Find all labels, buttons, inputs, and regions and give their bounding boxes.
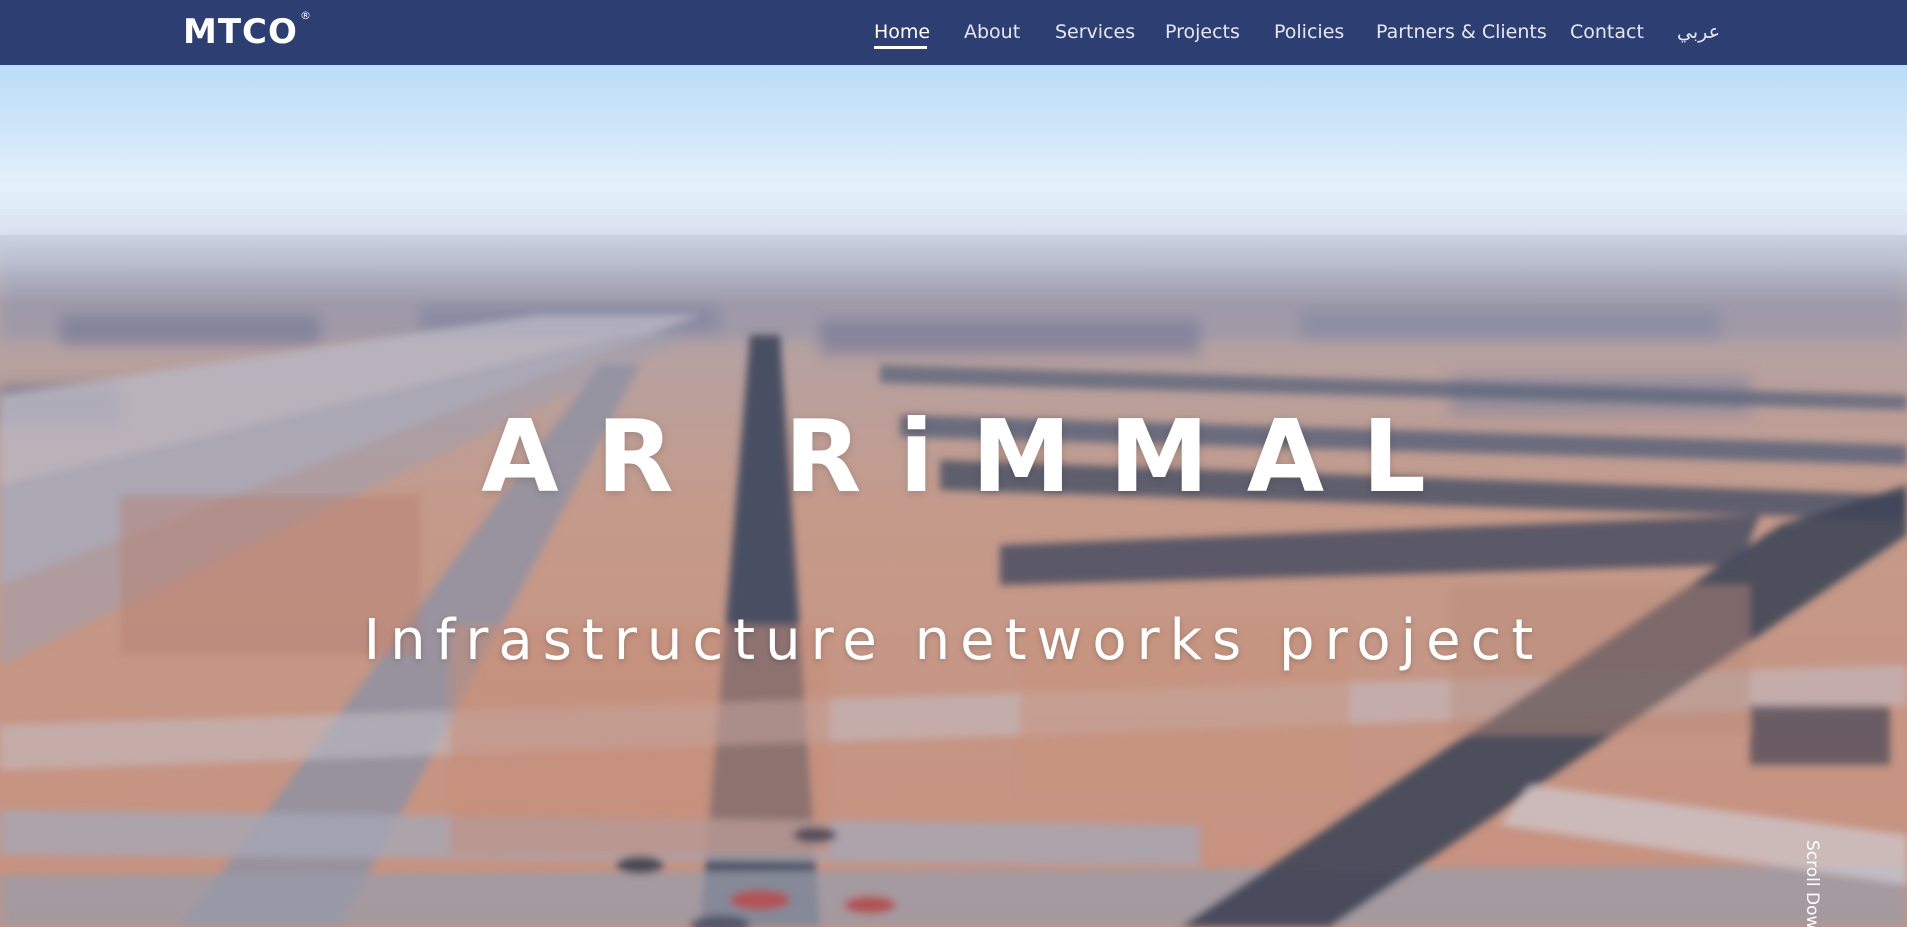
active-nav-indicator bbox=[874, 46, 927, 49]
scroll-down-link[interactable]: Scroll Dow bbox=[1802, 840, 1822, 927]
nav-partners-clients[interactable]: Partners & Clients bbox=[1376, 20, 1547, 44]
nav-projects[interactable]: Projects bbox=[1165, 20, 1240, 44]
hero-subtitle: Infrastructure networks project bbox=[363, 608, 1544, 673]
nav-policies[interactable]: Policies bbox=[1274, 20, 1344, 44]
nav-home[interactable]: Home bbox=[874, 20, 930, 44]
mtco-logo[interactable]: MTCO bbox=[183, 14, 298, 50]
nav-about[interactable]: About bbox=[964, 20, 1020, 44]
nav-services[interactable]: Services bbox=[1055, 20, 1135, 44]
nav-contact[interactable]: Contact bbox=[1570, 20, 1644, 44]
top-navbar: MTCO ® Home About Services Projects Poli… bbox=[0, 0, 1907, 65]
hero-section: AR RiMMAL Infrastructure networks projec… bbox=[0, 65, 1907, 927]
nav-arabic-language[interactable]: عربي bbox=[1677, 20, 1720, 44]
registered-mark: ® bbox=[300, 9, 311, 22]
hero-title: AR RiMMAL bbox=[481, 398, 1464, 515]
